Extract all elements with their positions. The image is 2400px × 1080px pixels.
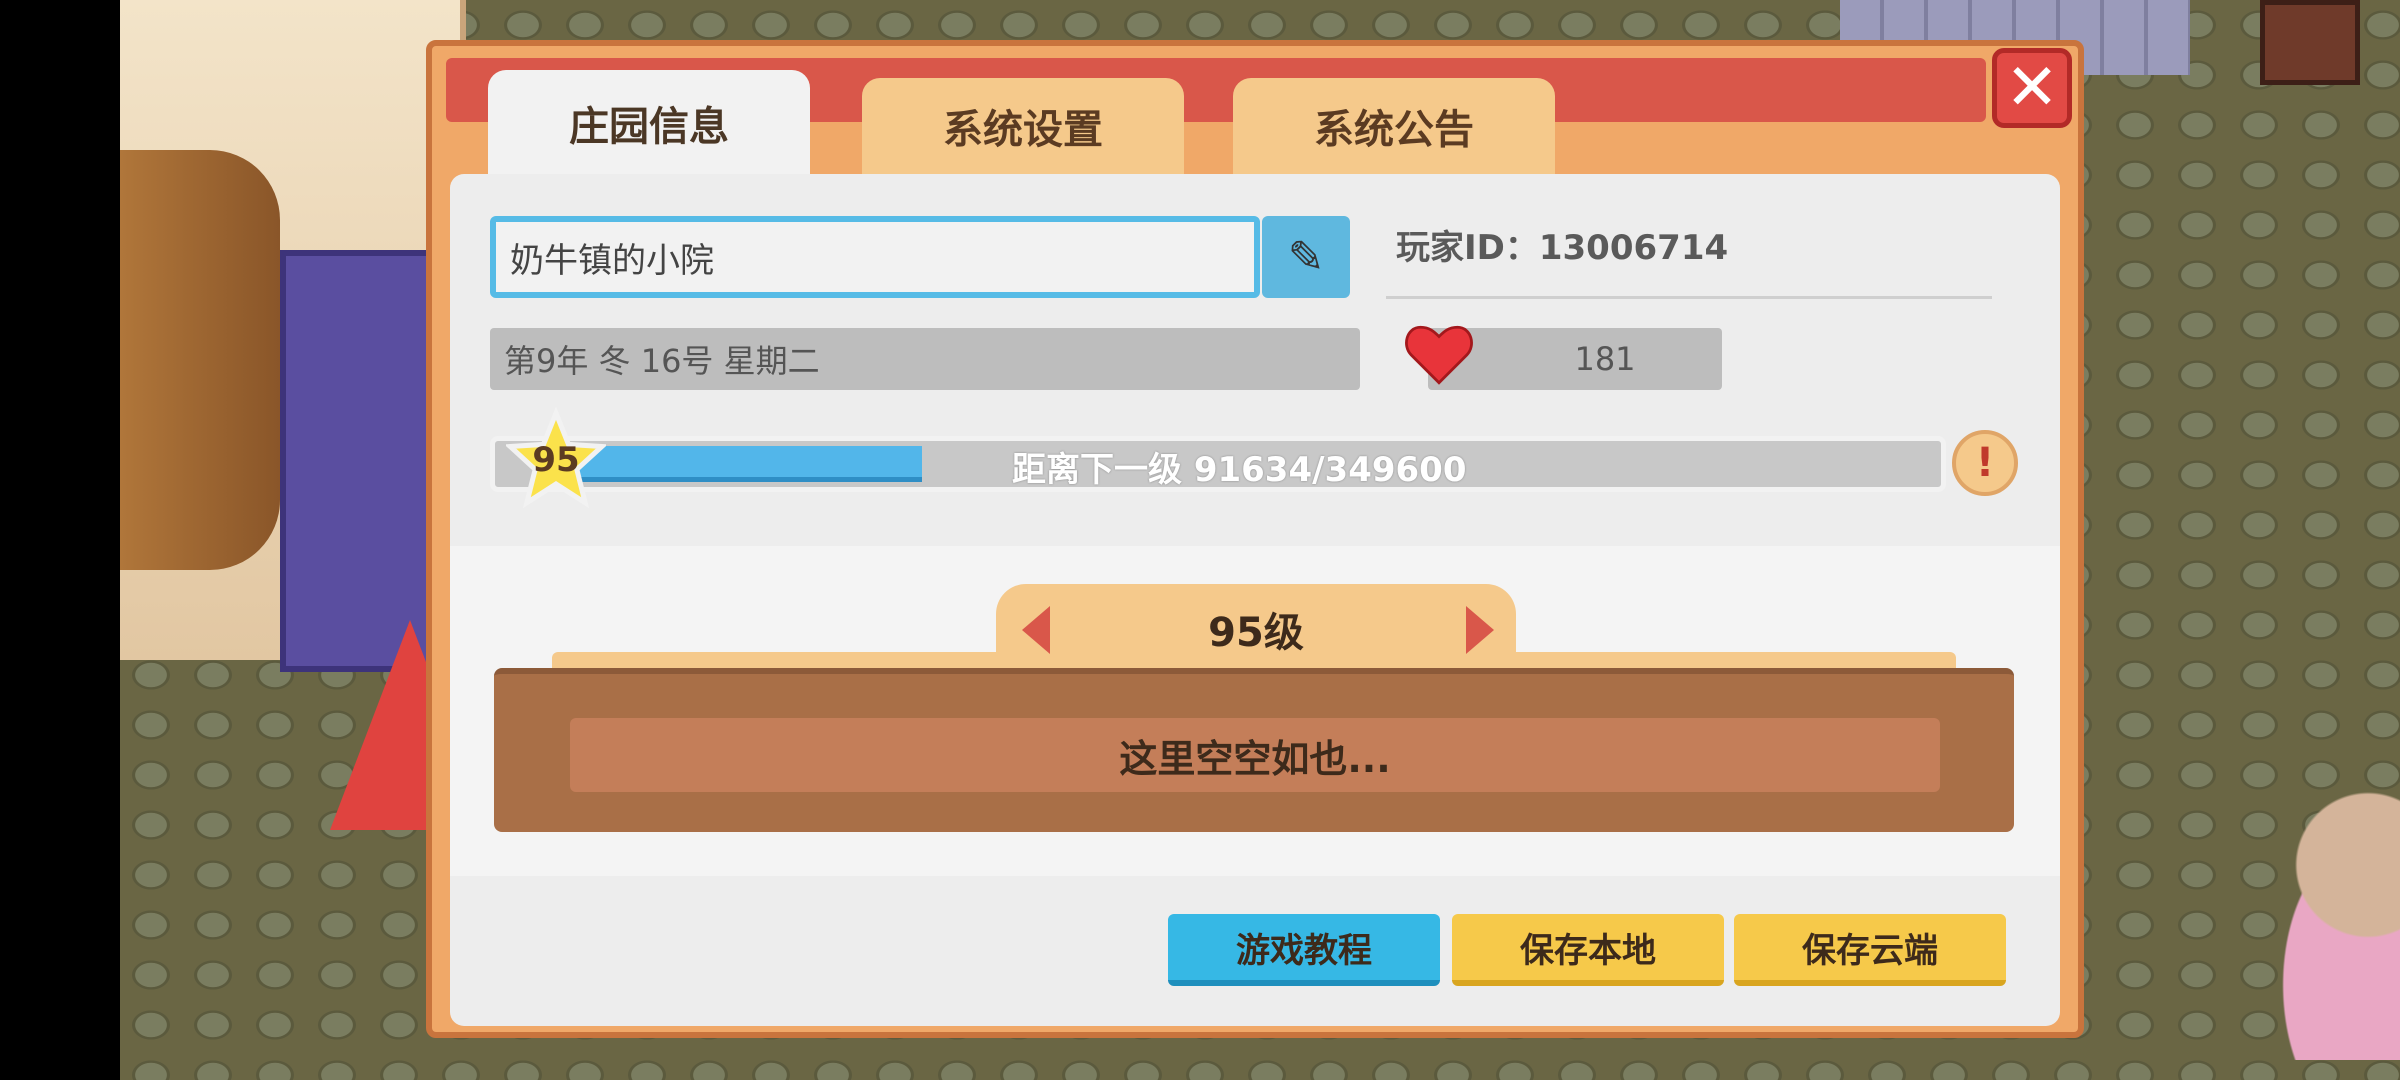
chest-icon[interactable] [2260, 0, 2360, 85]
tab-system-announcement[interactable]: 系统公告 [1233, 78, 1555, 174]
close-button[interactable]: ✕ [1992, 48, 2072, 128]
next-level-arrow-icon[interactable] [1466, 606, 1494, 654]
level-progress-text: 距离下一级 91634/349600 [1012, 450, 1467, 490]
farm-name-field[interactable]: 奶牛镇的小院 [490, 216, 1260, 298]
level-progress-fill [560, 446, 922, 482]
level-selector-title: 95级 [1208, 610, 1304, 656]
pencil-icon: ✎ [1287, 231, 1325, 283]
teddy-bear-decoration [2260, 760, 2400, 1060]
heart-count: 181 [1574, 340, 1636, 378]
heart-icon [1405, 325, 1473, 385]
exclamation-icon: ! [1975, 440, 1995, 486]
house-door [120, 150, 280, 570]
empty-rewards-message: 这里空空如也... [570, 718, 1940, 792]
divider [1386, 296, 1992, 299]
close-icon: ✕ [2005, 51, 2059, 125]
level-info-button[interactable]: ! [1952, 430, 2018, 496]
save-cloud-button[interactable]: 保存云端 [1734, 914, 2006, 986]
edit-name-button[interactable]: ✎ [1262, 216, 1350, 298]
save-local-button[interactable]: 保存本地 [1452, 914, 1724, 986]
previous-level-arrow-icon[interactable] [1022, 606, 1050, 654]
tab-system-settings[interactable]: 系统设置 [862, 78, 1184, 174]
tab-manor-info[interactable]: 庄园信息 [488, 70, 810, 176]
player-id: 玩家ID：13006714 [1396, 228, 1729, 268]
tutorial-button[interactable]: 游戏教程 [1168, 914, 1440, 986]
current-level: 95 [532, 440, 580, 480]
game-date: 第9年 冬 16号 星期二 [490, 328, 1360, 390]
